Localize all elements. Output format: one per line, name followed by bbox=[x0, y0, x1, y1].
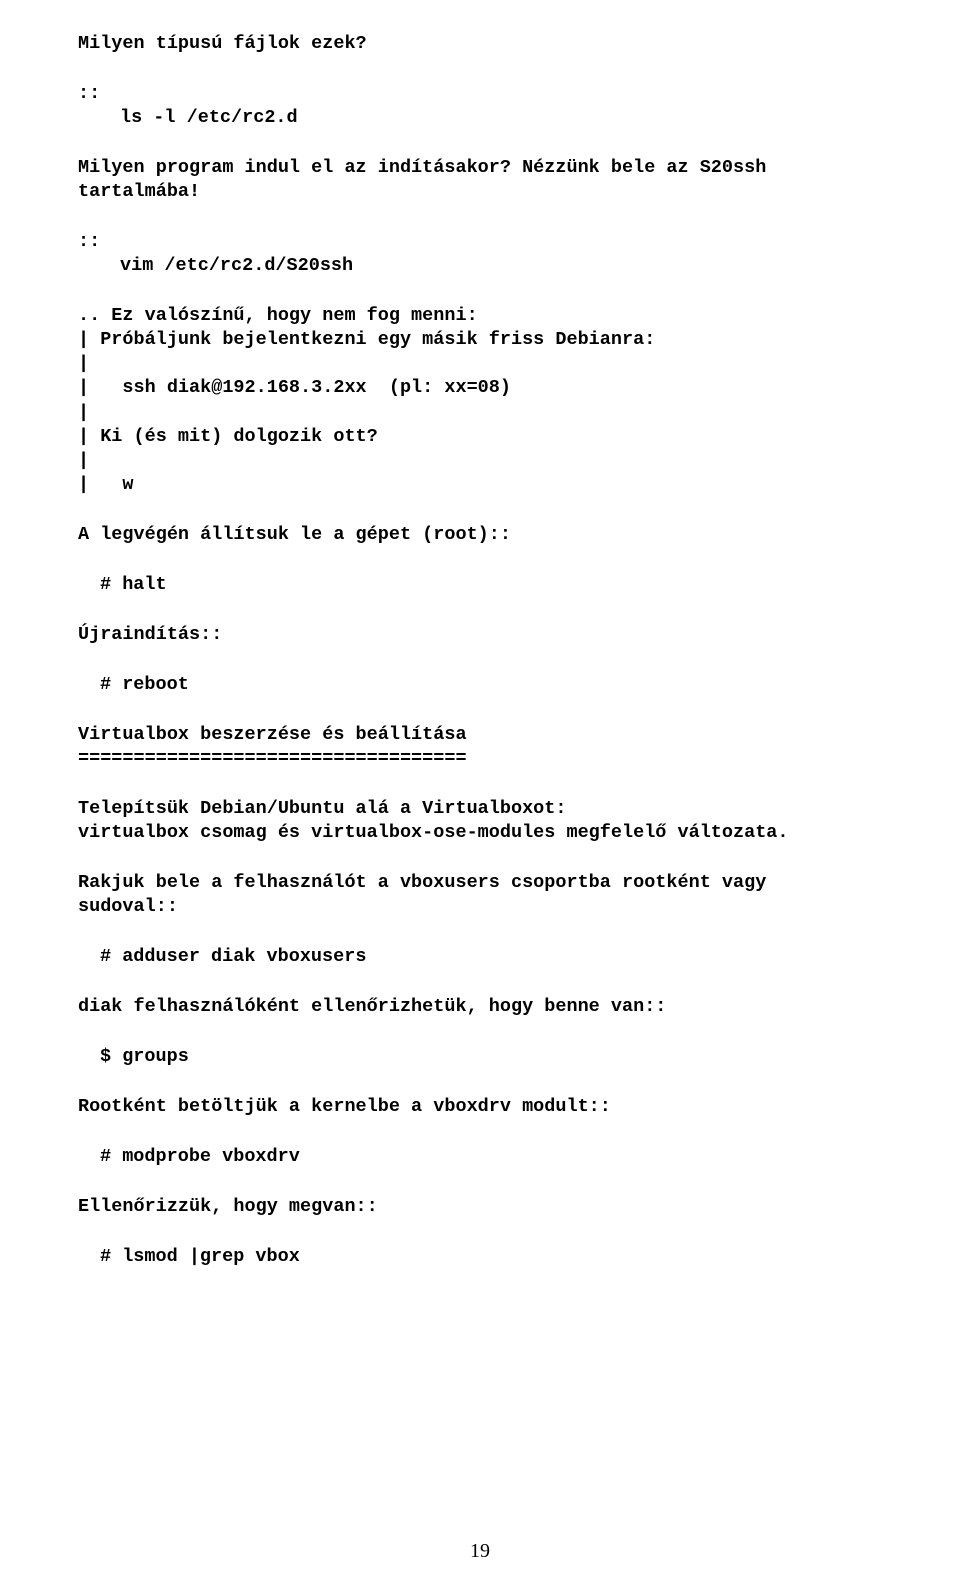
prose-line: diak felhasználóként ellenőrizhetük, hog… bbox=[78, 995, 872, 1019]
prose-line: :: bbox=[78, 82, 872, 106]
prose-line: virtualbox csomag és virtualbox-ose-modu… bbox=[78, 821, 872, 845]
code-line: # lsmod |grep vbox bbox=[78, 1245, 872, 1269]
prose-line: | Próbáljunk bejelentkezni egy másik fri… bbox=[78, 328, 872, 352]
page-number: 19 bbox=[0, 1538, 960, 1564]
code-line: $ groups bbox=[78, 1045, 872, 1069]
prose-line: Milyen típusú fájlok ezek? bbox=[78, 32, 872, 56]
prose-line: .. Ez valószínű, hogy nem fog menni: bbox=[78, 304, 872, 328]
prose-line: Újraindítás:: bbox=[78, 623, 872, 647]
section-underline: =================================== bbox=[78, 747, 872, 771]
prose-line: | w bbox=[78, 473, 872, 497]
code-line: # halt bbox=[78, 573, 872, 597]
code-line: # adduser diak vboxusers bbox=[78, 945, 872, 969]
prose-line: Telepítsük Debian/Ubuntu alá a Virtualbo… bbox=[78, 797, 872, 821]
prose-line: Rootként betöltjük a kernelbe a vboxdrv … bbox=[78, 1095, 872, 1119]
code-line: vim /etc/rc2.d/S20ssh bbox=[78, 254, 872, 278]
prose-line: | Ki (és mit) dolgozik ott? bbox=[78, 425, 872, 449]
prose-line: | bbox=[78, 449, 872, 473]
prose-line: A legvégén állítsuk le a gépet (root):: bbox=[78, 523, 872, 547]
prose-line: Ellenőrizzük, hogy megvan:: bbox=[78, 1195, 872, 1219]
document-page: Milyen típusú fájlok ezek? :: ls -l /etc… bbox=[0, 0, 960, 1592]
prose-line: | ssh diak@192.168.3.2xx (pl: xx=08) bbox=[78, 376, 872, 400]
prose-line: | bbox=[78, 401, 872, 425]
prose-line: Rakjuk bele a felhasználót a vboxusers c… bbox=[78, 871, 872, 919]
code-line: # modprobe vboxdrv bbox=[78, 1145, 872, 1169]
code-line: # reboot bbox=[78, 673, 872, 697]
prose-line: :: bbox=[78, 230, 872, 254]
section-heading: Virtualbox beszerzése és beállítása bbox=[78, 723, 872, 747]
prose-line: | bbox=[78, 352, 872, 376]
prose-line: Milyen program indul el az indításakor? … bbox=[78, 156, 872, 204]
code-line: ls -l /etc/rc2.d bbox=[78, 106, 872, 130]
